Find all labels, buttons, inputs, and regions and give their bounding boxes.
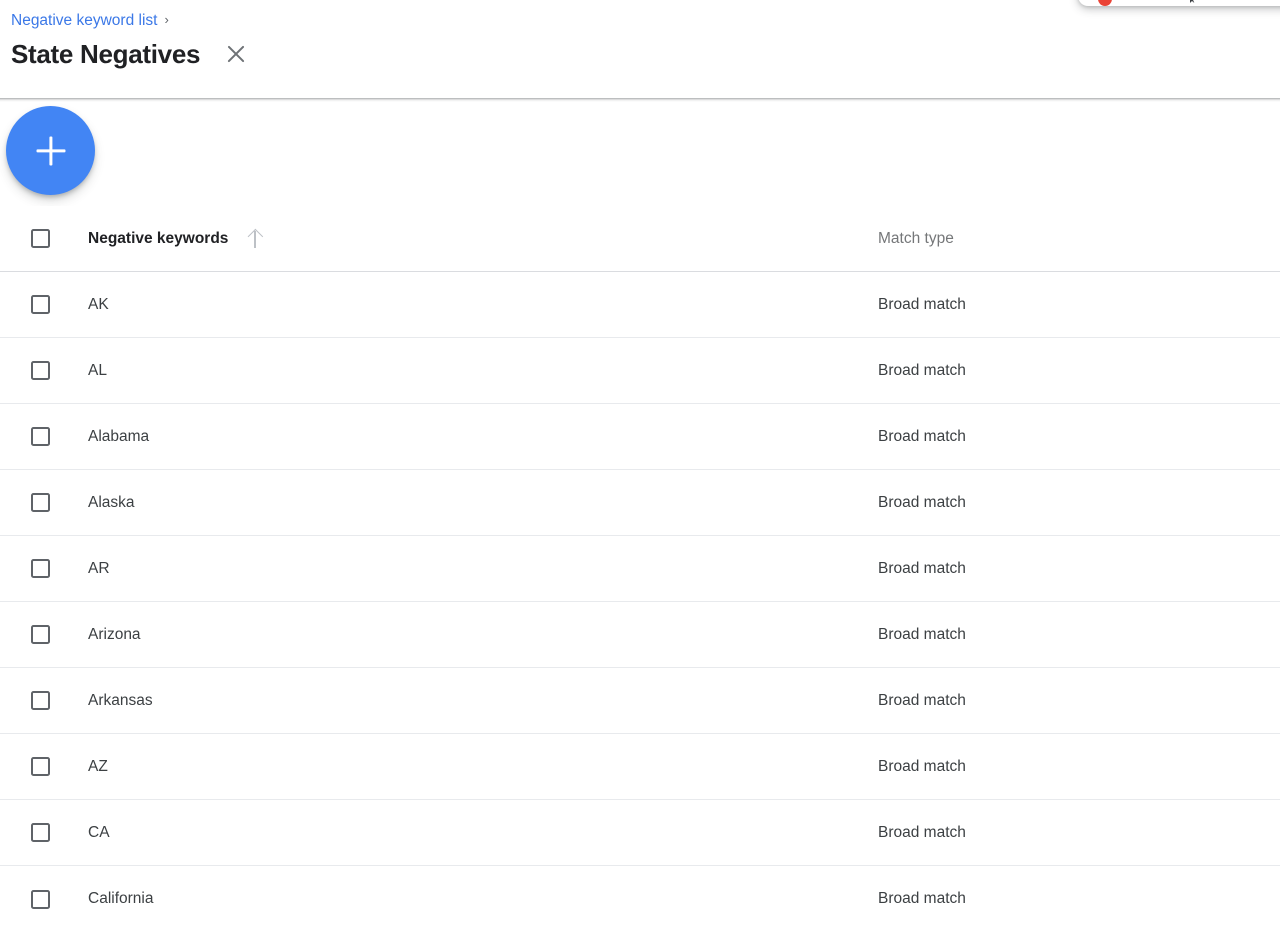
title-row: State Negatives (11, 34, 251, 74)
breadcrumb-separator-icon: › (164, 12, 169, 27)
record-indicator-icon (1098, 0, 1112, 6)
close-icon[interactable] (221, 39, 251, 69)
row-select-checkbox[interactable] (31, 889, 50, 909)
cursor-icon (1190, 0, 1197, 3)
table-row[interactable]: Alabama Broad match (0, 404, 1280, 470)
table-body: AK Broad match AL Broad match Alabama Broad m… (0, 272, 1280, 926)
row-select-cell (0, 493, 88, 512)
header-divider-shadow (0, 98, 1280, 102)
cell-match-type: Broad match (878, 427, 966, 445)
table-row[interactable]: Alaska Broad match (0, 470, 1280, 536)
table-row[interactable]: AL Broad match (0, 338, 1280, 404)
cell-match-type: Broad match (878, 295, 966, 313)
page-title: State Negatives (11, 39, 201, 69)
table-row[interactable]: CA Broad match (0, 800, 1280, 866)
column-header-negative-keywords-label: Negative keywords (88, 229, 229, 247)
select-all-checkbox[interactable] (31, 229, 50, 248)
cell-match-type: Broad match (878, 823, 966, 841)
cell-negative-keyword: Alaska (88, 493, 135, 511)
row-select-checkbox[interactable] (31, 361, 50, 380)
table-toolbar (0, 102, 1280, 206)
row-select-cell (0, 295, 88, 314)
row-select-cell (0, 889, 88, 909)
row-select-checkbox[interactable] (31, 427, 50, 446)
table-row[interactable]: AZ Broad match (0, 734, 1280, 800)
table-row[interactable]: AK Broad match (0, 272, 1280, 338)
negative-keyword-list-page: Negative keyword list › State Negatives … (0, 0, 1280, 926)
cell-negative-keyword: Alabama (88, 427, 150, 445)
cell-match-type: Broad match (878, 757, 966, 775)
cell-negative-keyword: California (88, 890, 154, 907)
row-select-checkbox[interactable] (31, 295, 50, 314)
row-select-checkbox[interactable] (31, 757, 50, 776)
row-select-cell (0, 823, 88, 842)
cell-negative-keyword: AR (88, 559, 110, 577)
cell-match-type: Broad match (878, 361, 966, 379)
cell-negative-keyword: AK (88, 295, 109, 313)
cell-match-type: Broad match (878, 493, 966, 511)
row-select-checkbox[interactable] (31, 559, 50, 578)
cell-negative-keyword: AL (88, 361, 107, 379)
negative-keywords-table: Negative keywords Match type AK Broad mat… (0, 206, 1280, 926)
row-select-cell (0, 361, 88, 380)
cell-negative-keyword: AZ (88, 757, 108, 775)
table-row[interactable]: California Broad match (0, 866, 1280, 926)
row-select-checkbox[interactable] (31, 625, 50, 644)
row-select-checkbox[interactable] (31, 691, 50, 710)
table-row[interactable]: AR Broad match (0, 536, 1280, 602)
table-row[interactable]: Arkansas Broad match (0, 668, 1280, 734)
row-select-cell (0, 559, 88, 578)
row-select-cell (0, 757, 88, 776)
row-select-cell (0, 691, 88, 710)
cell-negative-keyword: CA (88, 823, 110, 841)
row-select-checkbox[interactable] (31, 493, 50, 512)
cell-match-type: Broad match (878, 625, 966, 643)
table-header-row: Negative keywords Match type (0, 206, 1280, 272)
arrow-up-icon[interactable] (246, 229, 263, 248)
cell-match-type: Broad match (878, 559, 966, 577)
row-select-cell (0, 625, 88, 644)
add-negative-keyword-button[interactable] (6, 106, 95, 195)
select-all-cell (0, 229, 88, 248)
cell-negative-keyword: Arkansas (88, 691, 153, 709)
column-header-negative-keywords[interactable]: Negative keywords (88, 229, 878, 248)
cell-match-type: Broad match (878, 691, 966, 709)
row-select-cell (0, 427, 88, 446)
table-row[interactable]: Arizona Broad match (0, 602, 1280, 668)
floating-notification-card[interactable] (1078, 0, 1280, 6)
breadcrumb: Negative keyword list › (11, 11, 169, 31)
column-header-match-type[interactable]: Match type (878, 230, 1280, 248)
cell-match-type: Broad match (878, 890, 966, 907)
row-select-checkbox[interactable] (31, 823, 50, 842)
cell-negative-keyword: Arizona (88, 625, 141, 643)
page-header: Negative keyword list › State Negatives (0, 0, 1280, 99)
breadcrumb-parent-link[interactable]: Negative keyword list (11, 11, 157, 31)
